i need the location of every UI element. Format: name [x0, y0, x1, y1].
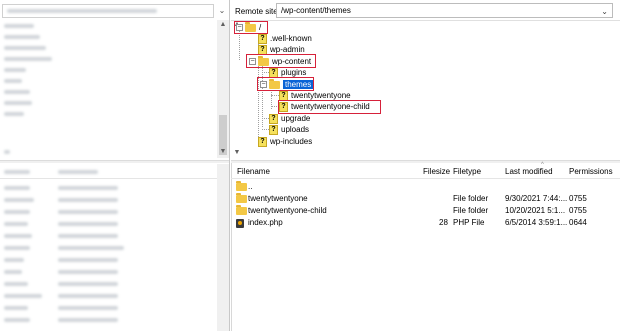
tree-node-label: upgrade	[281, 114, 311, 123]
local-site-pane: ⌄ ▲ ▼	[0, 0, 230, 331]
column-last-modified[interactable]: Last modified	[505, 167, 553, 176]
file-row-parent[interactable]: ..	[231, 181, 620, 193]
file-permissions: 0755	[569, 194, 587, 203]
remote-site-label: Remote site:	[235, 7, 280, 16]
local-path-dropdown-icon[interactable]: ⌄	[216, 5, 228, 17]
column-filename[interactable]: Filename	[237, 167, 270, 176]
highlight-box-twentytwentyone-child	[278, 100, 381, 114]
unknown-folder-icon: ?	[279, 90, 288, 101]
remote-path-dropdown-icon[interactable]: ⌄	[601, 5, 608, 18]
tree-node-label: .well-known	[270, 34, 312, 43]
file-modified: 9/30/2021 7:44:...	[505, 194, 568, 203]
local-path-field[interactable]	[2, 4, 214, 18]
tree-node-label: wp-includes	[270, 137, 313, 146]
remote-path-bar: Remote site: /wp-content/themes ⌄	[231, 3, 620, 19]
local-tree-scrollbar[interactable]: ▲ ▼	[217, 20, 229, 158]
scroll-down-icon[interactable]: ▼	[231, 149, 243, 156]
file-type: File folder	[453, 206, 489, 215]
file-list-header: Filename Filesize Filetype Last modified…	[231, 162, 620, 179]
local-pane-splitter[interactable]	[0, 160, 229, 163]
tree-node-label: twentytwentyone	[291, 91, 351, 100]
file-type: File folder	[453, 194, 489, 203]
tree-node-upgrade[interactable]: ? upgrade	[269, 113, 310, 124]
remote-path-field[interactable]: /wp-content/themes ⌄	[276, 3, 613, 18]
remote-path-value: /wp-content/themes	[281, 6, 351, 15]
file-name: ..	[248, 182, 253, 191]
remote-file-list: Filename Filesize Filetype Last modified…	[231, 162, 620, 331]
file-permissions: 0755	[569, 206, 587, 215]
scroll-up-icon[interactable]: ▲	[217, 21, 229, 28]
file-size: 28	[439, 218, 448, 227]
tree-node-wp-includes[interactable]: ? wp-includes	[258, 136, 312, 147]
column-filetype[interactable]: Filetype	[453, 167, 481, 176]
unknown-folder-icon: ?	[258, 44, 267, 55]
file-name: twentytwentyone	[248, 194, 308, 203]
unknown-folder-icon: ?	[258, 33, 267, 44]
file-name: twentytwentyone-child	[248, 206, 327, 215]
php-file-icon	[236, 219, 244, 230]
tree-node-label: wp-admin	[270, 45, 305, 54]
unknown-folder-icon: ?	[269, 67, 278, 78]
file-row-twentytwentyone-child[interactable]: twentytwentyone-child File folder 10/20/…	[231, 205, 620, 217]
highlight-box-wp-content	[246, 54, 316, 68]
file-permissions: 0644	[569, 218, 587, 227]
file-row-index-php[interactable]: index.php 28 PHP File 6/5/2014 3:59:1...…	[231, 217, 620, 229]
sort-arrow-icon: ^	[541, 162, 544, 168]
file-row-twentytwentyone[interactable]: twentytwentyone File folder 9/30/2021 7:…	[231, 193, 620, 205]
column-permissions[interactable]: Permissions	[569, 167, 613, 176]
tree-node-label: uploads	[281, 125, 310, 134]
remote-directory-tree: ▲ ▼ − / ? .well-known ? wp-admin	[231, 20, 620, 160]
unknown-folder-icon: ?	[258, 136, 267, 147]
tree-node-well-known[interactable]: ? .well-known	[258, 33, 312, 44]
file-modified: 10/20/2021 5:1...	[505, 206, 566, 215]
local-list-header	[0, 164, 217, 179]
unknown-folder-icon: ?	[269, 113, 278, 124]
column-filesize[interactable]: Filesize	[423, 167, 450, 176]
tree-node-label: plugins	[281, 68, 307, 77]
file-name: index.php	[248, 218, 283, 227]
file-modified: 6/5/2014 3:59:1...	[505, 218, 568, 227]
tree-node-uploads[interactable]: ? uploads	[269, 124, 309, 135]
highlight-box-themes	[257, 77, 314, 91]
remote-site-pane: Remote site: /wp-content/themes ⌄ ▲ ▼ − …	[231, 0, 620, 331]
scroll-down-icon[interactable]: ▼	[217, 148, 229, 155]
unknown-folder-icon: ?	[269, 124, 278, 135]
file-type: PHP File	[453, 218, 485, 227]
local-list-scrollbar[interactable]	[217, 164, 229, 331]
